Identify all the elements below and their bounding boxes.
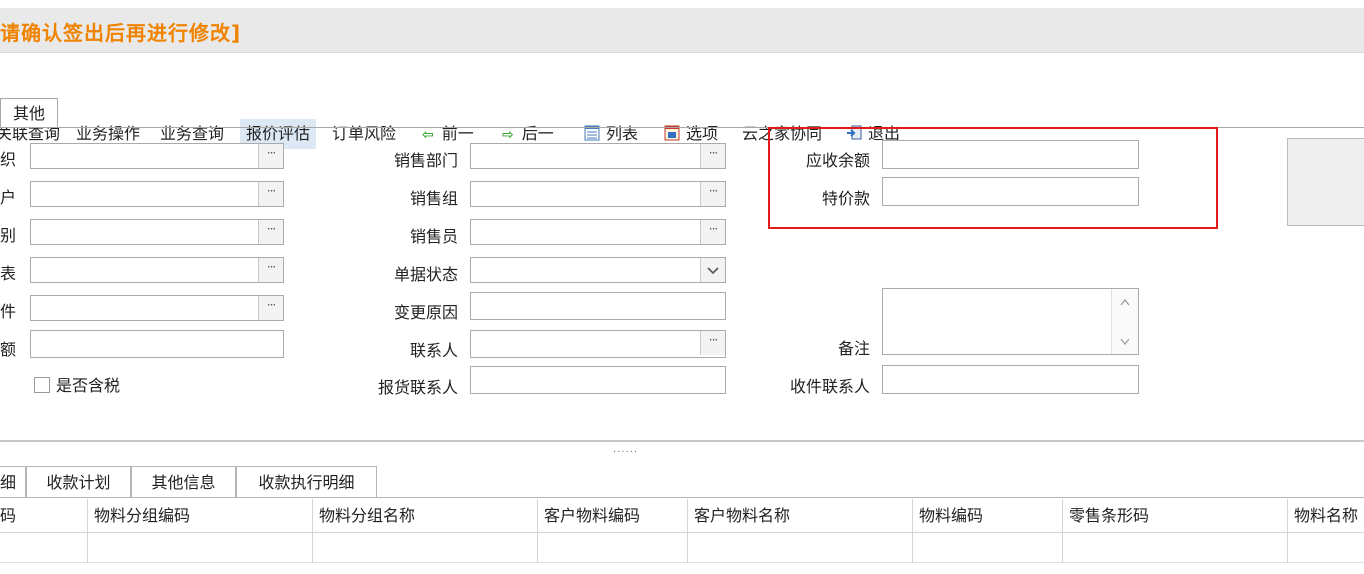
contact-field[interactable]: ··· <box>470 330 726 358</box>
sales-group-lookup-button[interactable]: ··· <box>700 182 725 206</box>
left-label-org: 织 <box>0 150 17 169</box>
doc-status-label: 单据状态 <box>393 265 458 284</box>
pricelist-lookup-button[interactable]: ··· <box>258 258 283 282</box>
change-reason-label: 变更原因 <box>393 303 458 322</box>
salesperson-field[interactable]: ··· <box>470 219 726 245</box>
toolbar-prev[interactable]: ⇦ 前一 <box>422 119 474 149</box>
salesperson-label: 销售员 <box>409 227 458 246</box>
customer-field[interactable]: ··· <box>30 181 284 207</box>
toolbar: 关联查询 业务操作 业务查询 报价评估 订单风险 ⇦ 前一 ⇨ 后一 列表 选项 云… <box>0 58 1364 149</box>
tab-other[interactable]: 其他 <box>0 98 58 128</box>
quote-contact-field[interactable] <box>470 366 726 394</box>
salesperson-lookup-button[interactable]: ··· <box>700 220 725 244</box>
table-row-cell[interactable] <box>537 533 687 563</box>
sales-dept-label: 销售部门 <box>393 151 458 170</box>
grid-col-customer-material-name[interactable]: 客户物料名称 <box>687 499 912 532</box>
receiver-contact-field[interactable] <box>882 365 1139 394</box>
table-row-cell[interactable] <box>912 533 1062 563</box>
doc-status-select[interactable] <box>470 257 726 283</box>
change-reason-field[interactable] <box>470 292 726 320</box>
remark-textarea[interactable] <box>882 288 1139 355</box>
toolbar-order-risk[interactable]: 订单风险 <box>332 119 396 149</box>
table-row-cell[interactable] <box>1062 533 1287 563</box>
receiver-contact-label: 收件联系人 <box>789 377 870 396</box>
dropdown-button[interactable] <box>700 258 725 282</box>
amount-field[interactable] <box>30 330 284 358</box>
scroll-arrows-icon <box>1120 299 1130 345</box>
bottom-tab-divider <box>0 497 1364 498</box>
page-title: 请确认签出后再进行修改] <box>0 21 242 45</box>
grid-col-material-name[interactable]: 物料名称 <box>1287 499 1364 532</box>
table-row-cell[interactable] <box>687 533 912 563</box>
splitter[interactable] <box>0 440 1364 442</box>
org-field[interactable]: ··· <box>30 143 284 169</box>
table-row-cell[interactable] <box>312 533 537 563</box>
chevron-down-icon <box>707 267 719 275</box>
arrow-left-icon: ⇦ <box>422 127 434 143</box>
terms-lookup-button[interactable]: ··· <box>258 296 283 320</box>
sales-group-label: 销售组 <box>409 189 458 208</box>
table-row-cell[interactable] <box>0 533 87 563</box>
left-label-customer: 户 <box>0 188 17 207</box>
btab-payment-plan[interactable]: 收款计划 <box>26 466 131 498</box>
btab-other-info[interactable]: 其他信息 <box>131 466 236 498</box>
type-field[interactable]: ··· <box>30 219 284 245</box>
splitter-grip[interactable]: ...... <box>613 444 638 455</box>
left-label-table: 表 <box>0 264 17 283</box>
org-lookup-button[interactable]: ··· <box>258 144 283 168</box>
sales-dept-lookup-button[interactable]: ··· <box>700 144 725 168</box>
grid-col-material-group-code[interactable]: 物料分组编码 <box>87 499 312 532</box>
remark-label: 备注 <box>837 339 870 358</box>
tax-included-label: 是否含税 <box>56 376 121 395</box>
grid-col-material-group-name[interactable]: 物料分组名称 <box>312 499 537 532</box>
checkbox-box[interactable] <box>34 377 50 393</box>
btab-payment-exec-detail[interactable]: 收款执行明细 <box>236 466 377 498</box>
pricelist-field[interactable]: ··· <box>30 257 284 283</box>
table-row-cell[interactable] <box>87 533 312 563</box>
tax-included-checkbox[interactable]: 是否含税 <box>34 372 120 396</box>
terms-field[interactable]: ··· <box>30 295 284 321</box>
side-panel-button[interactable] <box>1287 138 1364 226</box>
grid-col-customer-material-code[interactable]: 客户物料编码 <box>537 499 687 532</box>
customer-lookup-button[interactable]: ··· <box>258 182 283 206</box>
grid-col-retail-barcode[interactable]: 零售条形码 <box>1062 499 1287 532</box>
grid-col-material-code[interactable]: 物料编码 <box>912 499 1062 532</box>
left-label-terms: 件 <box>0 302 17 321</box>
highlight-box <box>768 127 1218 229</box>
grid-col-code[interactable]: 码 <box>0 499 87 532</box>
remark-scrollbar[interactable] <box>1111 289 1138 354</box>
contact-lookup-button[interactable]: ··· <box>700 331 725 355</box>
quote-contact-label: 报货联系人 <box>377 378 458 397</box>
table-row-cell[interactable] <box>1287 533 1364 563</box>
btab-detail[interactable]: 细 <box>0 466 26 498</box>
left-label-type: 别 <box>0 226 17 245</box>
type-lookup-button[interactable]: ··· <box>258 220 283 244</box>
sales-group-field[interactable]: ··· <box>470 181 726 207</box>
sales-dept-field[interactable]: ··· <box>470 143 726 169</box>
contact-label: 联系人 <box>409 341 458 360</box>
left-label-amount: 额 <box>0 340 17 359</box>
